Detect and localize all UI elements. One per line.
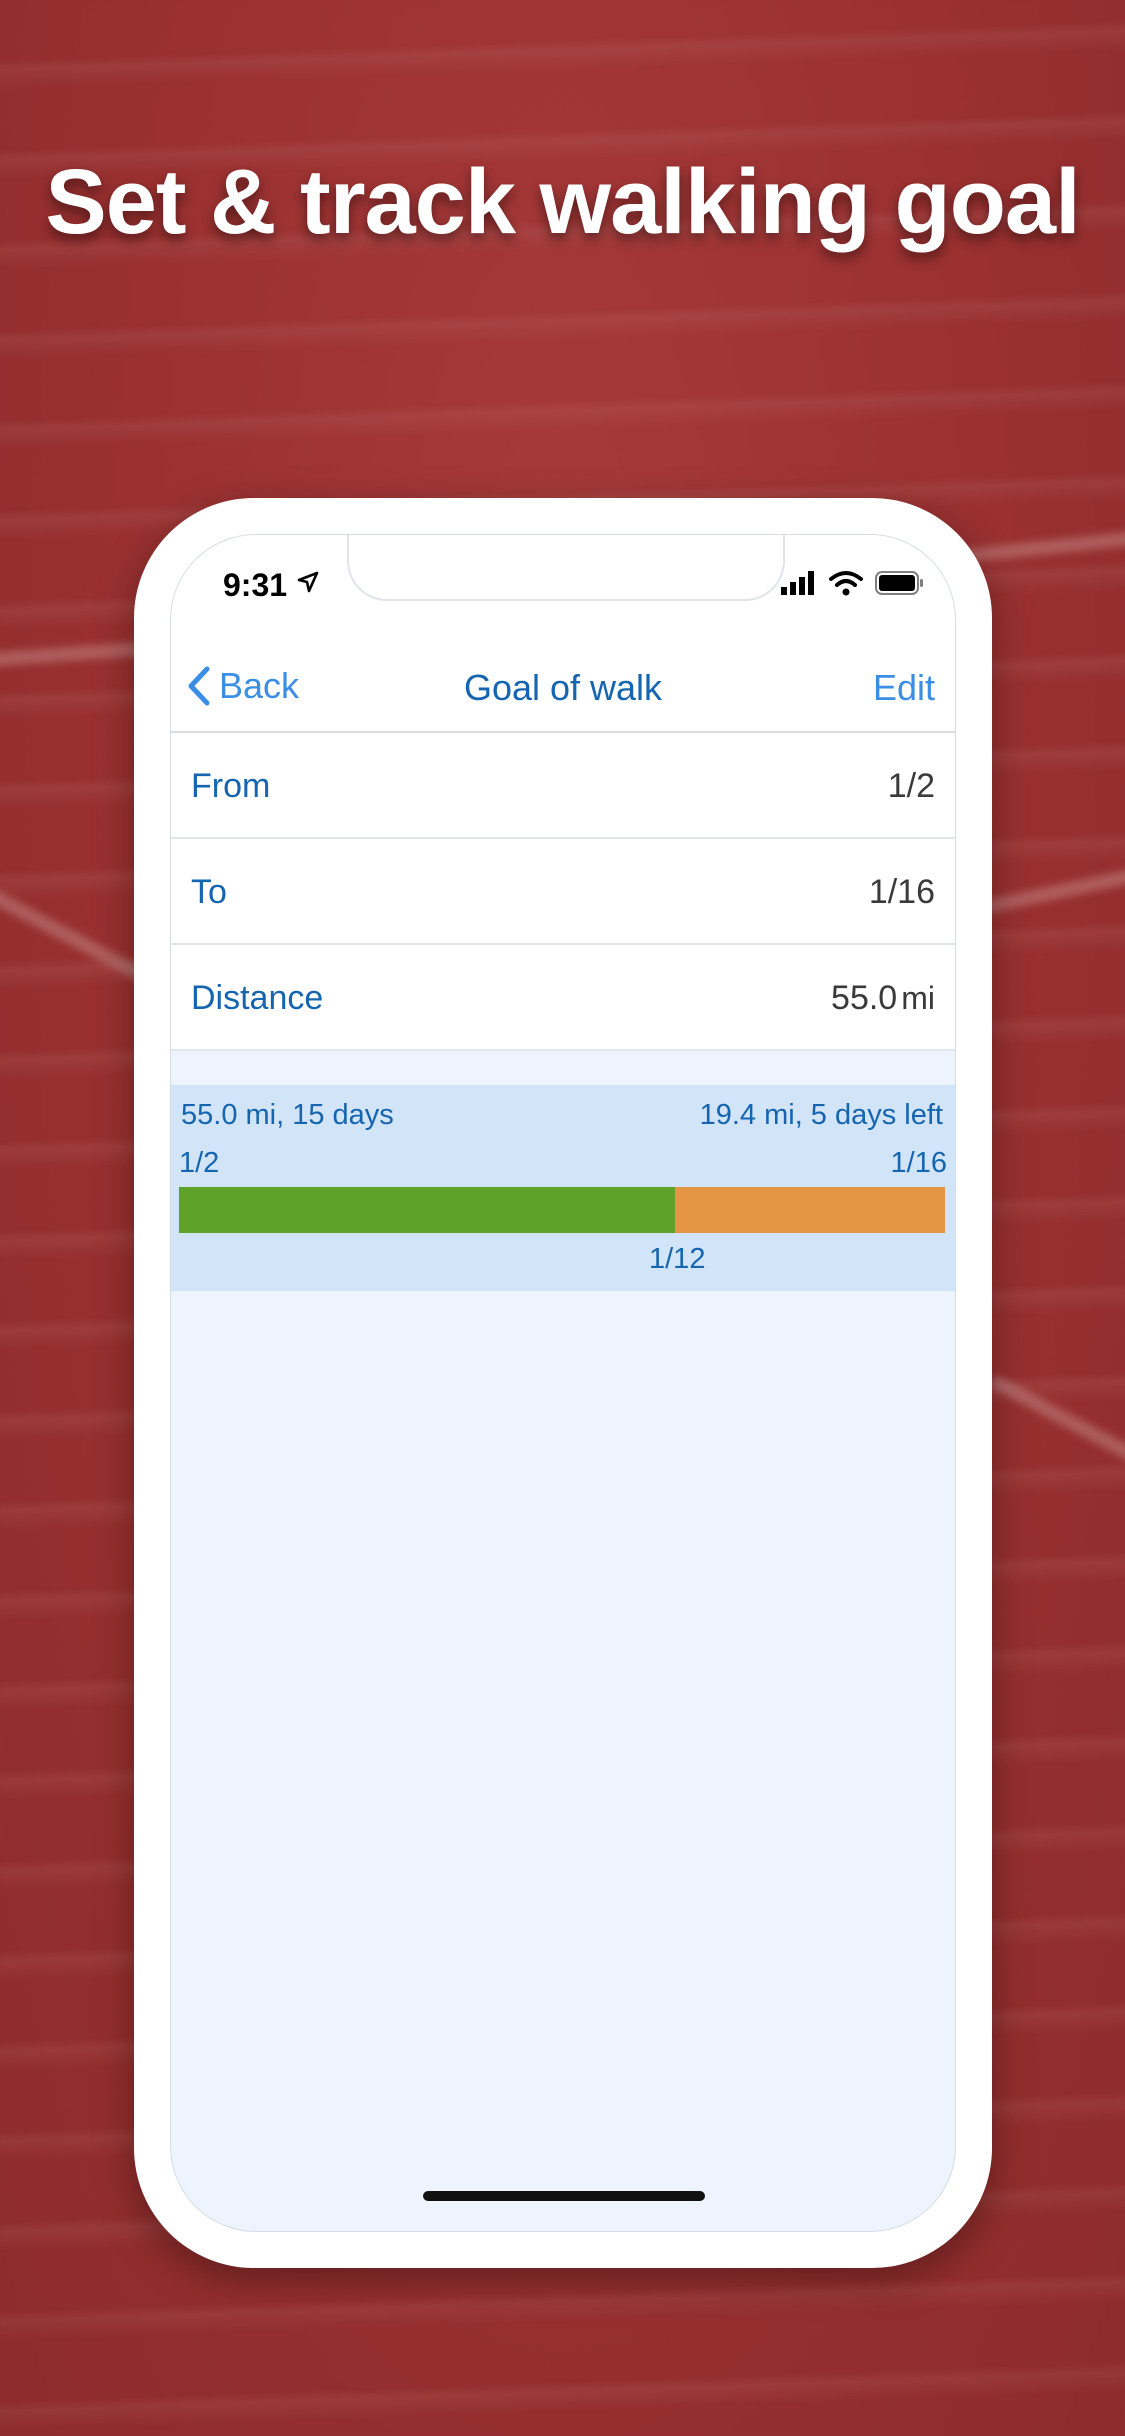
goal-progress-panel: 55.0 mi, 15 days 19.4 mi, 5 days left 1/…: [171, 1085, 955, 1291]
phone-screen: 9:31 Back Goal of walk Edit From 1/2 To …: [170, 534, 956, 2232]
location-arrow-icon: [297, 571, 319, 593]
current-date-label: 1/12: [649, 1243, 706, 1275]
from-label: From: [191, 767, 271, 805]
page-title: Goal of walk: [463, 667, 663, 708]
from-date: 1/2: [887, 767, 935, 805]
distance-value: 55.0 mi: [831, 979, 935, 1018]
progress-bar-completed: [179, 1187, 675, 1233]
battery-icon: [875, 571, 923, 595]
track-lane-line: [988, 1373, 1125, 1481]
start-date-label: 1/2: [179, 1147, 220, 1179]
goal-details-table: From 1/2 To 1/16 Distance 55.0 mi: [171, 733, 955, 1051]
to-value: 1/16: [869, 873, 935, 912]
from-value: 1/2: [888, 767, 935, 806]
status-bar: 9:31: [171, 535, 955, 635]
end-date-label: 1/16: [890, 1147, 947, 1179]
navigation-bar: Back Goal of walk Edit: [171, 635, 955, 733]
distance-row[interactable]: Distance 55.0 mi: [171, 945, 955, 1051]
distance-unit: mi: [901, 980, 935, 1016]
to-row[interactable]: To 1/16: [171, 839, 955, 945]
to-date: 1/16: [868, 873, 935, 911]
headline: Set & track walking goal: [45, 151, 1080, 253]
remaining-summary: 19.4 mi, 5 days left: [699, 1099, 943, 1131]
progress-bar: [179, 1187, 945, 1233]
phone-frame: 9:31 Back Goal of walk Edit From 1/2 To …: [134, 498, 992, 2268]
distance-label: Distance: [191, 979, 324, 1017]
edit-button[interactable]: Edit: [873, 667, 935, 709]
wifi-icon: [829, 571, 863, 596]
distance-number: 55.0: [831, 979, 898, 1017]
notch: [347, 535, 785, 601]
status-time: 9:31: [223, 567, 288, 603]
signal-icon: [781, 571, 814, 595]
to-label: To: [191, 873, 227, 911]
from-row[interactable]: From 1/2: [171, 733, 955, 839]
goal-summary: 55.0 mi, 15 days: [181, 1099, 394, 1131]
home-indicator: [423, 2191, 705, 2201]
status-icons: [781, 569, 925, 597]
